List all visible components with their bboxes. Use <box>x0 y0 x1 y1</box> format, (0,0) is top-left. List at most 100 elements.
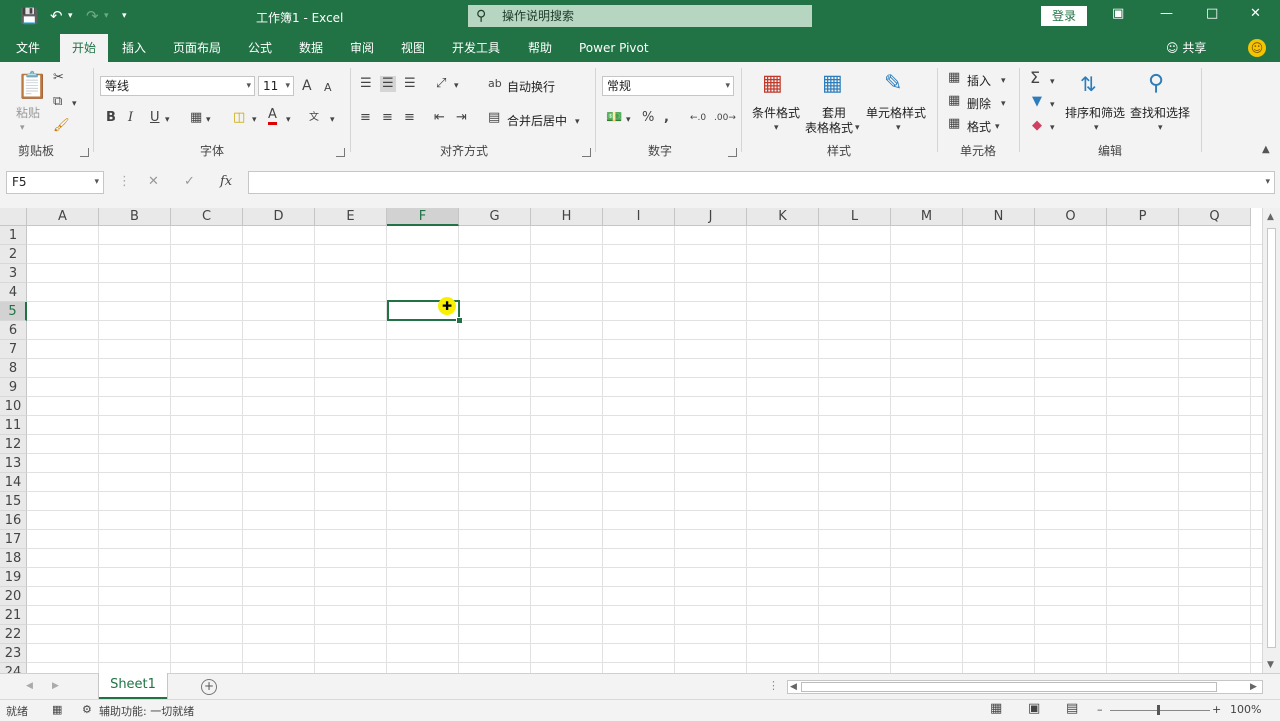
tab-page-layout[interactable]: 页面布局 <box>173 34 221 62</box>
find-select-button[interactable]: 查找和选择 <box>1130 104 1190 121</box>
delete-cells-button[interactable]: 删除 <box>967 95 991 112</box>
column-header[interactable]: B <box>99 208 171 226</box>
underline-dropdown-icon[interactable]: ▾ <box>165 112 170 128</box>
borders-icon[interactable]: ▦ <box>190 110 202 126</box>
row-header[interactable]: 17 <box>0 530 27 549</box>
worksheet-grid[interactable]: ABCDEFGHIJKLMNOPQ 1 2 3 4 5 6 7 8 9 10 11 12 13 14 15 1… <box>0 208 1262 673</box>
orientation-dropdown-icon[interactable]: ▾ <box>454 78 459 94</box>
select-all-corner[interactable] <box>0 208 27 226</box>
scroll-right-icon[interactable]: ▶ <box>1250 682 1257 692</box>
cell-styles-button[interactable]: 单元格样式 <box>866 104 926 121</box>
zoom-out-icon[interactable]: – <box>1097 703 1103 716</box>
bold-button[interactable]: B <box>106 110 116 126</box>
format-painter-icon[interactable]: 🖌 <box>53 118 70 134</box>
autosum-dropdown-icon[interactable]: ▾ <box>1050 74 1055 90</box>
horizontal-scrollbar[interactable]: ◀ ▶ <box>787 680 1263 694</box>
ribbon-display-options-icon[interactable]: ▣ <box>1112 6 1124 21</box>
column-header[interactable]: I <box>603 208 675 226</box>
row-header[interactable]: 15 <box>0 492 27 511</box>
align-center-icon[interactable]: ≡ <box>382 110 393 126</box>
insert-cells-icon[interactable]: ▦ <box>948 70 960 86</box>
share-button[interactable]: ☺ 共享 <box>1166 34 1206 62</box>
merge-center-icon[interactable]: ▤ <box>488 110 500 126</box>
format-cells-button[interactable]: 格式 <box>967 118 991 135</box>
row-header[interactable]: 3 <box>0 264 27 283</box>
close-icon[interactable]: ✕ <box>1250 6 1261 21</box>
prev-sheet-icon[interactable]: ◀ <box>26 681 33 691</box>
zoom-slider-thumb[interactable] <box>1157 705 1160 715</box>
scroll-up-icon[interactable]: ▲ <box>1267 212 1274 222</box>
merge-center-button[interactable]: 合并后居中 <box>507 112 567 129</box>
zoom-in-icon[interactable]: + <box>1212 703 1221 716</box>
sheet-tab-sheet1[interactable]: Sheet1 <box>99 673 167 700</box>
format-table-dropdown-icon[interactable]: ▾ <box>855 120 860 136</box>
row-header[interactable]: 16 <box>0 511 27 530</box>
customize-quick-access-icon[interactable]: ▾ <box>122 7 127 25</box>
column-header[interactable]: O <box>1035 208 1107 226</box>
italic-button[interactable]: I <box>128 110 133 126</box>
column-header[interactable]: N <box>963 208 1035 226</box>
vertical-scrollbar[interactable]: ▲ ▼ <box>1262 208 1280 673</box>
align-bottom-icon[interactable]: ☰ <box>404 76 416 92</box>
tab-help[interactable]: 帮助 <box>528 34 552 62</box>
delete-cells-icon[interactable]: ▦ <box>948 93 960 109</box>
row-header[interactable]: 9 <box>0 378 27 397</box>
maximize-icon[interactable]: □ <box>1206 6 1218 21</box>
align-left-icon[interactable]: ≡ <box>360 110 371 126</box>
insert-dropdown-icon[interactable]: ▾ <box>1001 73 1006 89</box>
find-dropdown-icon[interactable]: ▾ <box>1158 120 1163 136</box>
wrap-text-button[interactable]: 自动换行 <box>507 78 555 95</box>
cell-area[interactable] <box>27 226 1262 673</box>
tab-home[interactable]: 开始 <box>60 34 109 62</box>
paste-dropdown-icon[interactable]: ▾ <box>20 120 25 136</box>
sort-filter-button[interactable]: 排序和筛选 <box>1065 104 1125 121</box>
column-header[interactable]: H <box>531 208 603 226</box>
expand-formula-bar-icon[interactable]: ▾ <box>1265 172 1270 193</box>
accounting-format-icon[interactable]: 💵 <box>606 110 622 126</box>
column-header[interactable]: J <box>675 208 747 226</box>
format-as-table-icon[interactable]: ▦ <box>822 72 843 96</box>
tab-formulas[interactable]: 公式 <box>248 34 272 62</box>
undo-dropdown-icon[interactable]: ▾ <box>68 7 73 25</box>
column-header[interactable]: Q <box>1179 208 1251 226</box>
align-middle-icon[interactable]: ☰ <box>380 76 396 92</box>
row-header[interactable]: 2 <box>0 245 27 264</box>
accounting-dropdown-icon[interactable]: ▾ <box>626 112 631 128</box>
accessibility-status[interactable]: 辅助功能: 一切就绪 <box>99 703 194 719</box>
align-right-icon[interactable]: ≡ <box>404 110 415 126</box>
horizontal-scroll-thumb[interactable] <box>801 682 1217 692</box>
column-header[interactable]: C <box>171 208 243 226</box>
tab-insert[interactable]: 插入 <box>122 34 146 62</box>
format-as-table-line2[interactable]: 表格格式 <box>805 119 853 136</box>
delete-dropdown-icon[interactable]: ▾ <box>1001 96 1006 112</box>
alignment-launcher-icon[interactable] <box>582 148 591 157</box>
row-header[interactable]: 20 <box>0 587 27 606</box>
font-name-select[interactable]: 等线 ▾ <box>100 76 255 96</box>
row-header[interactable]: 12 <box>0 435 27 454</box>
decrease-decimal-icon[interactable]: .00→ <box>714 110 736 126</box>
row-header[interactable]: 23 <box>0 644 27 663</box>
page-break-view-icon[interactable]: ▤ <box>1066 701 1078 716</box>
tab-view[interactable]: 视图 <box>401 34 425 62</box>
column-header[interactable]: K <box>747 208 819 226</box>
conditional-dropdown-icon[interactable]: ▾ <box>774 120 779 136</box>
copy-dropdown-icon[interactable]: ▾ <box>72 96 77 112</box>
fill-color-dropdown-icon[interactable]: ▾ <box>252 112 257 128</box>
column-header[interactable]: P <box>1107 208 1179 226</box>
accessibility-icon[interactable]: ⚙ <box>82 703 92 716</box>
column-header[interactable]: F <box>387 208 459 226</box>
format-cells-icon[interactable]: ▦ <box>948 116 960 132</box>
fill-color-icon[interactable]: ◫ <box>233 110 245 126</box>
tab-data[interactable]: 数据 <box>299 34 323 62</box>
increase-decimal-icon[interactable]: ←.0 <box>690 110 706 126</box>
conditional-formatting-button[interactable]: 条件格式 <box>752 104 800 121</box>
find-select-icon[interactable]: ⚲ <box>1148 72 1164 96</box>
row-header[interactable]: 21 <box>0 606 27 625</box>
paste-icon[interactable]: 📋 <box>16 72 48 100</box>
column-header[interactable]: E <box>315 208 387 226</box>
orientation-icon[interactable]: ⤢ <box>436 76 446 92</box>
row-header[interactable]: 1 <box>0 226 27 245</box>
scroll-down-icon[interactable]: ▼ <box>1267 660 1274 670</box>
fill-down-icon[interactable]: ▼ <box>1032 94 1042 110</box>
row-header[interactable]: 11 <box>0 416 27 435</box>
